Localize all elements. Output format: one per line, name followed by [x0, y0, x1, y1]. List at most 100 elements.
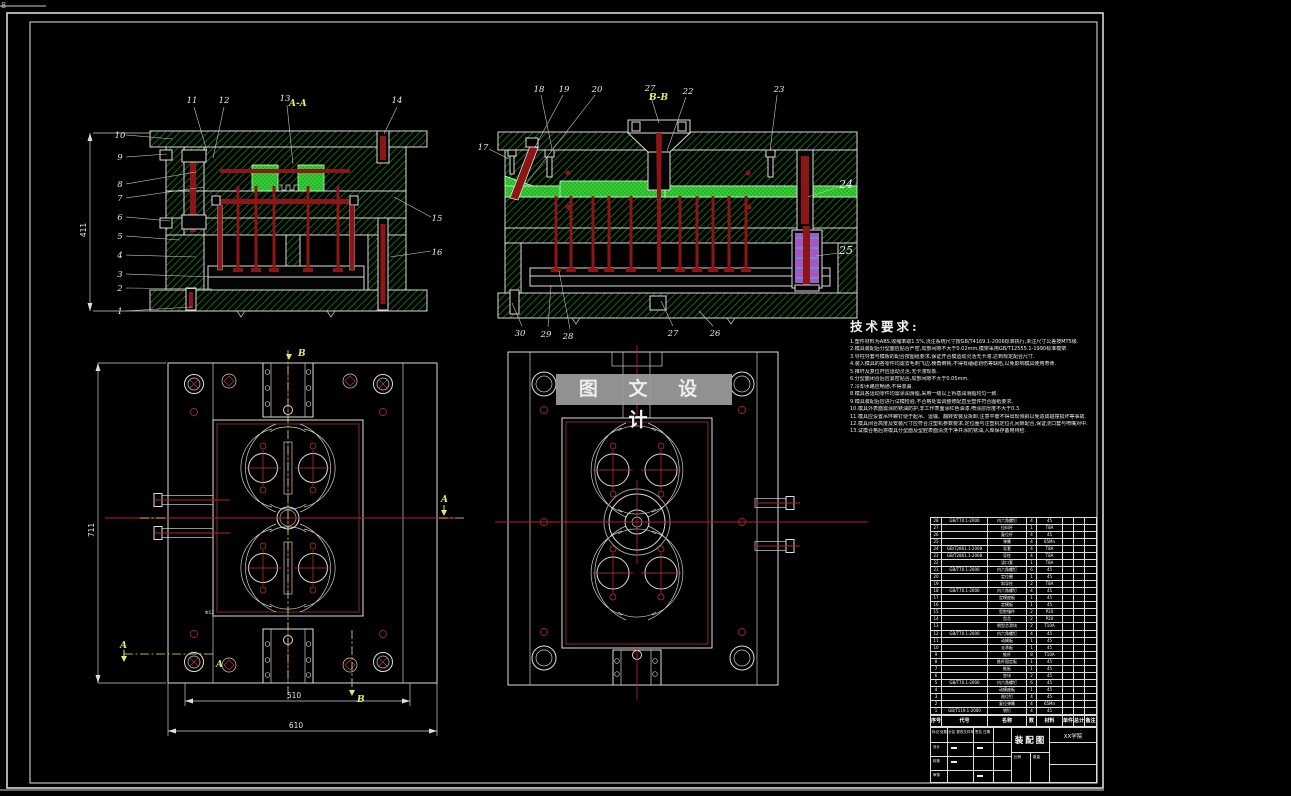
- bom-header: 序号代号名称数量材料单件总计备注: [930, 715, 1097, 727]
- callout-2: 2: [116, 284, 122, 294]
- bom-row: 28 GB/T70.1-2000 内六角螺钉 4 45: [931, 518, 1096, 526]
- callout-28: 28: [562, 332, 574, 342]
- organization: XX学院: [1063, 734, 1083, 740]
- bom-row: 23 GB/T2861.1-2008 导柱 4 T8A: [931, 553, 1096, 561]
- cooling-connectors-left: [153, 493, 230, 540]
- scale-label: 比例: [1014, 755, 1021, 759]
- checker-label: 校核: [933, 759, 940, 763]
- callout-26: 26: [709, 329, 721, 339]
- signature-mark: [951, 747, 957, 749]
- callout-25: 25: [838, 244, 853, 257]
- title-block: 标记 处数 分区 更改文件号 签名 日期 设计 校核 审核 装配图 比例 数量 …: [930, 727, 1097, 783]
- dim-411: 411: [79, 132, 150, 312]
- watermark: 图 文 设 计: [556, 374, 732, 431]
- bom-row: 7 推板 1 45: [931, 665, 1096, 673]
- bom-row: 21 GB/T70.1-2000 内六角螺钉 6 45: [931, 567, 1096, 575]
- signature-mark: [977, 747, 983, 749]
- technical-requirement-line: 11.模具应设置吊环螺钉便于起吊、运输、翻转安装及拆卸,注意平衡不得出现倾斜以免…: [850, 413, 1087, 420]
- technical-requirement-line: 5.推杆及复位杆应运动灵活,无卡滞现象.: [850, 368, 938, 375]
- svg-text:B: B: [297, 349, 306, 359]
- svg-text:610: 610: [289, 721, 304, 730]
- callout-8: 8: [117, 180, 123, 190]
- hole-callout: Φ12: [205, 610, 214, 616]
- callout-22: 22: [682, 87, 694, 97]
- bom-row: 10 支承板 1 45: [931, 644, 1096, 652]
- technical-requirement-line: 9.模具装配后应进行试模检验,不合格处需调整修配直至塑件符合图纸要求.: [850, 398, 1013, 405]
- bom-row: 8 推杆固定板 1 45: [931, 658, 1096, 666]
- sheet-corner-mark: 8: [1, 1, 6, 10]
- callout-9: 9: [117, 153, 123, 163]
- technical-requirement-line: 12.模具闭合高度及安装尺寸应符合注塑机参数要求,定位圈与注塑机定位孔间隙配合,…: [850, 420, 1088, 427]
- qty-label: 数量: [1033, 755, 1040, 759]
- callout-29: 29: [540, 330, 552, 340]
- dim-610: 610: [167, 683, 438, 736]
- section-label-aa: A-A: [288, 99, 307, 109]
- callout-3: 3: [117, 270, 122, 280]
- callout-24: 24: [838, 178, 853, 191]
- callout-23: 23: [773, 85, 785, 95]
- technical-requirement-line: 10.模具外表面需涂防锈油防护,非工作表面涂红色油漆,喷涂层厚度不大于0.3.: [850, 406, 1021, 413]
- bom-row: 19 斜导柱 2 T8A: [931, 581, 1096, 589]
- signature-mark: [977, 775, 983, 777]
- callout-27-bottom: 27: [667, 329, 679, 339]
- technical-requirements: 技术要求: 1.塑件材料为ABS,收缩率取1.5%,浇注系统尺寸按GB/T416…: [850, 316, 1090, 436]
- callout-16: 16: [432, 248, 443, 258]
- bom-row: 16 定模板 1 45: [931, 602, 1096, 610]
- svg-text:B: B: [356, 695, 365, 705]
- designer-label: 设计: [933, 745, 940, 749]
- plan-view-moving-half: A A A B B 510 610 711 Φ12: [87, 349, 465, 736]
- callout-18: 18: [534, 85, 545, 95]
- technical-requirement-line: 8.模具各运动零件均需涂润滑脂,采用一级以上钙基润滑脂均匀一致.: [850, 391, 998, 398]
- technical-requirement-line: 6.分型面闭合后应紧密贴合,局部间隙不大于0.05mm.: [850, 376, 969, 383]
- signature-mark: [951, 761, 957, 763]
- svg-text:510: 510: [287, 691, 302, 700]
- svg-text:711: 711: [87, 523, 96, 538]
- section-view-bb: 17 18 19 20 27 22 23 24 25 30 29 28 27 2…: [478, 84, 858, 342]
- reviewer-label: 审核: [933, 773, 940, 777]
- section-view-aa: 411 1 2 3 4 5 6 7 8 9 10 11 12 13 14 15 …: [79, 94, 443, 318]
- callout-4: 4: [116, 251, 122, 261]
- section-label-bb: B-B: [648, 93, 669, 103]
- bom-row: 14 型芯 2 P20: [931, 616, 1096, 624]
- bom-row: 11 动模板 1 45: [931, 637, 1096, 645]
- callout-17: 17: [478, 143, 489, 153]
- bom-table: 28 GB/T70.1-2000 内六角螺钉 4 45 27 拉料杆 1 T8A 26 复位杆 4…: [930, 517, 1097, 715]
- bom-row: 9 推杆 8 T10A: [931, 651, 1096, 659]
- technical-requirement-line: 7.冷却水路应畅通,不得渗漏.: [850, 383, 913, 390]
- callout-10: 10: [115, 131, 126, 141]
- svg-text:A: A: [119, 641, 127, 651]
- bom-row: 12 GB/T70.1-2000 内六角螺钉 4 45: [931, 630, 1096, 638]
- spring-assembly: [791, 226, 823, 292]
- technical-requirement-line: 3.导柱导套与模板的配合按图纸要求,保证开合模运动灵活无卡滞,达到规定配合尺寸.: [850, 353, 1035, 360]
- bom-row: 26 复位杆 4 45: [931, 532, 1096, 540]
- technical-requirement-line: 4.装入模具的各零件均需去毛刺飞边,棱角倒钝,不得有磕碰划伤等缺陷,以免影响模具…: [850, 361, 1057, 368]
- technical-requirements-title: 技术要求:: [850, 319, 920, 334]
- callout-12: 12: [219, 96, 230, 106]
- drawing-title: 装配图: [1014, 736, 1047, 746]
- technical-requirement-line: 13.试模合格后将模具分型面及型腔表面清洗干净并涂防锈油,入库保存备用待检.: [850, 428, 1027, 435]
- callout-30: 30: [515, 329, 526, 339]
- bom-row: 5 GB/T70.1-2000 内六角螺钉 6 45: [931, 679, 1096, 687]
- bom-row: 13 侧型芯滑块 2 T10A: [931, 623, 1096, 631]
- bom-row: 15 型腔镶件 2 P20: [931, 609, 1096, 617]
- svg-text:A: A: [215, 660, 223, 670]
- bom-row: 20 定位圈 1 45: [931, 574, 1096, 582]
- bom-row: 22 浇口套 1 T8A: [931, 560, 1096, 568]
- technical-requirement-line: 1.塑件材料为ABS,收缩率取1.5%,浇注系统尺寸按GB/T4169.1-20…: [850, 339, 1079, 345]
- bom-row: 1 GB/T119.1-2000 销钉 4 45: [931, 707, 1096, 714]
- guide-pillar-holes: [184, 373, 393, 673]
- dim-711: 711: [87, 362, 166, 684]
- bom-row: 17 定模座板 1 45: [931, 595, 1096, 603]
- dim-510: 510: [184, 683, 411, 706]
- bom-row: 27 拉料杆 1 T8A: [931, 525, 1096, 533]
- callout-6: 6: [117, 213, 123, 223]
- svg-text:A: A: [440, 495, 448, 505]
- bom-row: 18 GB/T70.1-2000 内六角螺钉 4 45: [931, 588, 1096, 596]
- callout-5: 5: [117, 232, 122, 242]
- bom-row: 2 复位弹簧 4 65Mn: [931, 700, 1096, 708]
- bom-row: 3 限位钉 4 45: [931, 693, 1096, 701]
- revision-row-labels: 标记 处数 分区 更改文件号 签名 日期: [932, 730, 991, 734]
- callout-15: 15: [432, 214, 443, 224]
- bom-row: 24 GB/T2861.1-2008 导套 4 T8A: [931, 546, 1096, 554]
- cad-drawing-sheet: { "sheet": {"mark": "8"}, "aa": { "label…: [0, 0, 1291, 796]
